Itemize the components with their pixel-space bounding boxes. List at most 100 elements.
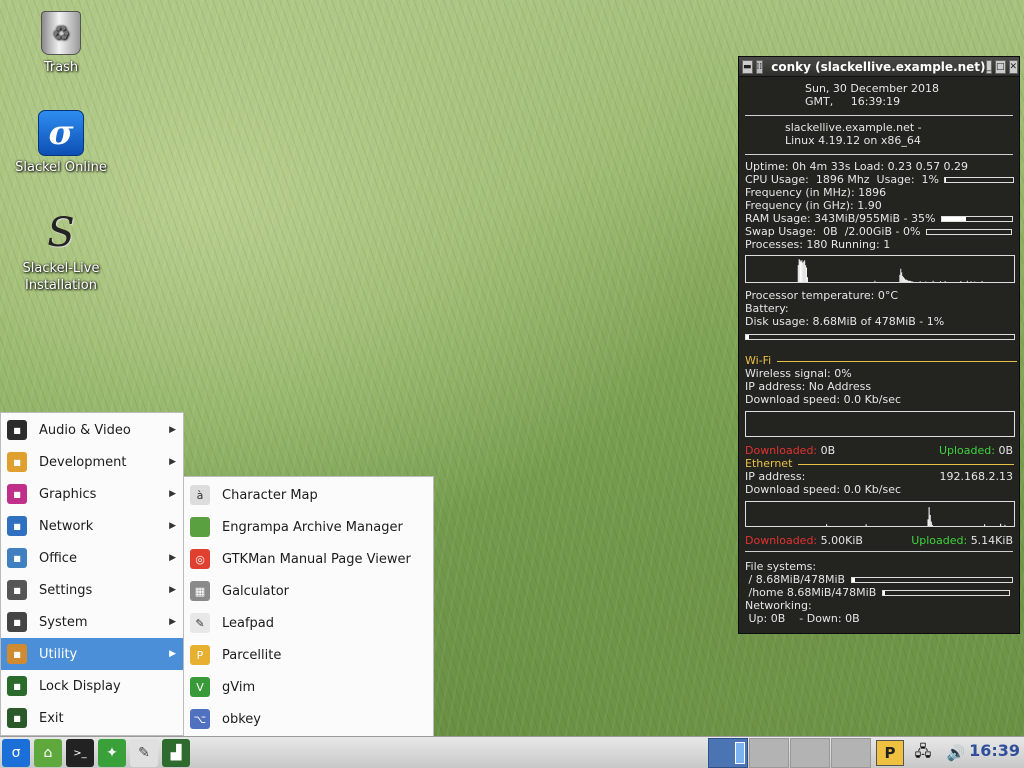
browser-icon[interactable]: ✦ bbox=[98, 739, 126, 767]
graph-sample bbox=[801, 260, 803, 282]
desktop-icon-trash[interactable]: ♻ Trash bbox=[6, 10, 116, 75]
submenu-arrow-icon: ▶ bbox=[169, 521, 176, 531]
graph-sample bbox=[800, 261, 802, 282]
graph-sample bbox=[928, 507, 930, 526]
graph-sample bbox=[981, 281, 983, 282]
graph-sample bbox=[906, 280, 908, 282]
submenu-arrow-icon: ▶ bbox=[169, 649, 176, 659]
menu-item-lock-display[interactable]: ■ Lock Display bbox=[1, 670, 183, 702]
conky-date: Sun, 30 December 2018 bbox=[805, 82, 939, 95]
close-icon[interactable]: ✕ bbox=[1008, 59, 1019, 74]
desktop-icon-slackel-install[interactable]: S Slackel-Live Installation bbox=[6, 210, 116, 294]
divider bbox=[745, 551, 1013, 552]
window-menu-icon[interactable]: ▬ bbox=[742, 59, 753, 74]
minimize-icon[interactable]: _ bbox=[985, 59, 993, 74]
clipboard-tray-icon[interactable]: P bbox=[876, 740, 904, 766]
fs-root-row: / 8.68MiB/478MiB bbox=[745, 573, 1013, 586]
disk-usage-bar bbox=[745, 334, 1015, 340]
conky-processes: Processes: 180 Running: 1 bbox=[745, 238, 891, 251]
submenu-item-character-map[interactable]: à Character Map bbox=[184, 479, 433, 511]
ethernet-downloaded-value: 5.00KiB bbox=[820, 534, 863, 547]
submenu-item-galculator[interactable]: ▦ Galculator bbox=[184, 575, 433, 607]
cpu-graph bbox=[745, 255, 1015, 283]
divider bbox=[745, 115, 1013, 116]
graphics-icon: ■ bbox=[7, 484, 27, 504]
wifi-transfer-row: Downloaded: 0B Uploaded: 0B bbox=[745, 444, 1013, 457]
menu-item-label: System bbox=[39, 614, 88, 630]
submenu-arrow-icon: ▶ bbox=[169, 617, 176, 627]
menu-item-graphics[interactable]: ■ Graphics ▶ bbox=[1, 478, 183, 510]
submenu-item-leafpad[interactable]: ✎ Leafpad bbox=[184, 607, 433, 639]
menu-item-utility[interactable]: ■ Utility ▶ bbox=[1, 638, 183, 670]
graph-sample bbox=[940, 281, 941, 282]
conky-freq-ghz: Frequency (in GHz): 1.90 bbox=[745, 199, 882, 212]
wifi-header: Wi-Fi bbox=[745, 354, 772, 367]
ram-usage-bar bbox=[940, 216, 1013, 222]
drag-handle-icon[interactable]: ⁞⁞ bbox=[755, 59, 764, 74]
conky-window: ▬ ⁞⁞ conky (slackellive.example.net) _ □… bbox=[738, 56, 1020, 634]
fs-home-bar bbox=[881, 590, 1010, 596]
volume-icon[interactable]: 🔊 bbox=[942, 740, 970, 766]
workspace-4[interactable] bbox=[831, 738, 871, 768]
terminal-icon[interactable]: >_ bbox=[66, 739, 94, 767]
submenu-item-engrampa-archive-manager[interactable]: Engrampa Archive Manager bbox=[184, 511, 433, 543]
menu-item-system[interactable]: ■ System ▶ bbox=[1, 606, 183, 638]
menu-item-audio-video[interactable]: ■ Audio & Video ▶ bbox=[1, 414, 183, 446]
menu-item-label: Network bbox=[39, 518, 94, 534]
menu-item-label: Lock Display bbox=[39, 678, 121, 694]
desktop-icon-slackel-online[interactable]: σ Slackel Online bbox=[6, 110, 116, 175]
development-icon: ■ bbox=[7, 452, 27, 472]
graph-sample bbox=[899, 274, 901, 282]
exit-icon: ■ bbox=[7, 708, 27, 728]
workspace-1[interactable] bbox=[708, 738, 748, 768]
menu-item-label: Office bbox=[39, 550, 77, 566]
home-folder-icon[interactable]: ⌂ bbox=[34, 739, 62, 767]
submenu-item-parcellite[interactable]: P Parcellite bbox=[184, 639, 433, 671]
submenu-item-obkey[interactable]: ⌥ obkey bbox=[184, 703, 433, 735]
graph-sample bbox=[798, 259, 800, 282]
system-monitor-icon[interactable]: ▟ bbox=[162, 739, 190, 767]
submenu-arrow-icon: ▶ bbox=[169, 585, 176, 595]
fs-root: / 8.68MiB/478MiB bbox=[745, 573, 846, 586]
network-tray-icon[interactable]: 🖧 bbox=[909, 740, 937, 766]
text-editor-icon[interactable]: ✎ bbox=[130, 739, 158, 767]
menu-item-exit[interactable]: ■ Exit bbox=[1, 702, 183, 734]
menu-item-office[interactable]: ■ Office ▶ bbox=[1, 542, 183, 574]
conky-freq-mhz: Frequency (in MHz): 1896 bbox=[745, 186, 887, 199]
menu-item-development[interactable]: ■ Development ▶ bbox=[1, 446, 183, 478]
graph-sample bbox=[908, 280, 910, 282]
menu-item-label: Graphics bbox=[39, 486, 97, 502]
conky-hostname: slackellive.example.net - bbox=[785, 121, 922, 134]
submenu-item-gtkman-manual-page-viewer[interactable]: ◎ GTKMan Manual Page Viewer bbox=[184, 543, 433, 575]
graph-sample bbox=[799, 260, 801, 282]
maximize-icon[interactable]: □ bbox=[995, 59, 1006, 74]
disk-usage-bar-row bbox=[745, 330, 1015, 343]
graph-sample bbox=[910, 281, 912, 282]
submenu-arrow-icon: ▶ bbox=[169, 553, 176, 563]
conky-swap-usage: Swap Usage: 0B /2.00GiB - 0% bbox=[745, 225, 921, 238]
graph-sample bbox=[903, 277, 905, 282]
submenu-item-gvim[interactable]: VgVim bbox=[184, 671, 433, 703]
ethernet-graph bbox=[745, 501, 1015, 527]
slackel-menu-icon[interactable]: σ bbox=[2, 739, 30, 767]
clock[interactable]: 16:39 bbox=[969, 741, 1020, 760]
system-icon: ■ bbox=[7, 612, 27, 632]
lifebuoy-icon: ◎ bbox=[190, 549, 210, 569]
utility-icon: ■ bbox=[7, 644, 27, 664]
menu-item-network[interactable]: ■ Network ▶ bbox=[1, 510, 183, 542]
desktop-icon-label: Slackel Online bbox=[15, 160, 107, 175]
graph-sample bbox=[919, 281, 921, 282]
settings-icon: ■ bbox=[7, 580, 27, 600]
submenu-item-label: Leafpad bbox=[222, 615, 275, 631]
graph-sample bbox=[865, 524, 867, 526]
menu-item-settings[interactable]: ■ Settings ▶ bbox=[1, 574, 183, 606]
archive-manager-icon bbox=[190, 517, 210, 537]
workspace-2[interactable] bbox=[749, 738, 789, 768]
submenu-item-label: Engrampa Archive Manager bbox=[222, 519, 403, 535]
clipboard-icon: P bbox=[190, 645, 210, 665]
workspace-3[interactable] bbox=[790, 738, 830, 768]
gvim-icon: V bbox=[190, 677, 210, 697]
swap-usage-bar bbox=[925, 229, 1012, 235]
ethernet-ip-label: IP address: bbox=[745, 470, 806, 483]
conky-titlebar[interactable]: ▬ ⁞⁞ conky (slackellive.example.net) _ □… bbox=[739, 57, 1019, 77]
